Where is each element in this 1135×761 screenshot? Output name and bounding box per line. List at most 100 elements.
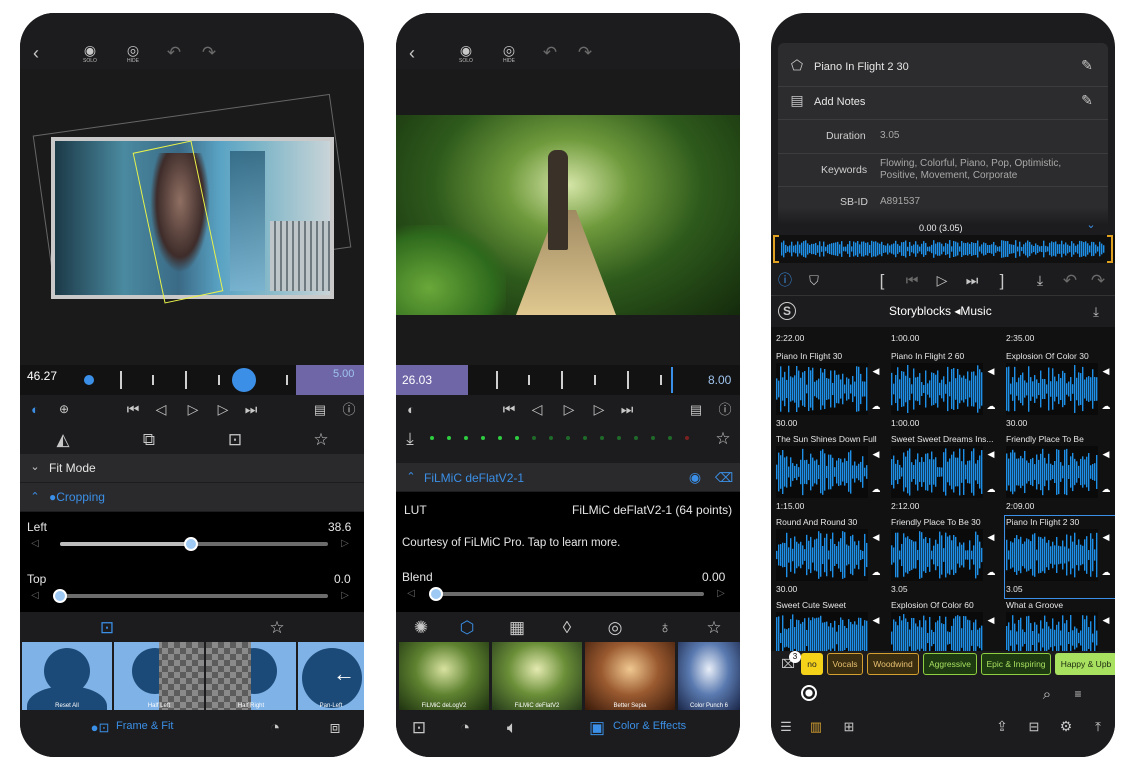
speaker-icon[interactable]: ◀ xyxy=(985,531,997,543)
speaker-icon[interactable]: ◀ xyxy=(985,614,997,626)
filter-thumb[interactable]: Better Sepia xyxy=(585,642,675,710)
trash-icon[interactable]: ⌫ xyxy=(715,469,733,485)
clipboard-icon[interactable]: ▤ xyxy=(310,400,330,418)
presets-tab-icon[interactable]: ⊡ xyxy=(98,618,116,636)
filter-header[interactable]: ⌃ FiLMiC deFlatV2-1 ◉ ⌫ xyxy=(396,463,740,491)
swirl-icon[interactable]: ◎ xyxy=(606,618,624,636)
audio-waveform-strip[interactable] xyxy=(771,235,1115,263)
cloud-icon[interactable]: ☁ xyxy=(870,484,882,494)
cloud-icon[interactable]: ☁ xyxy=(1100,484,1112,494)
list-icon[interactable]: ☰ xyxy=(777,717,795,735)
track-cell[interactable]: Piano In Flight 2 30 ◀ ☁ 3.05 xyxy=(1004,515,1115,599)
fit-frame-icon[interactable]: ⊡ xyxy=(226,430,244,448)
left-increment-icon[interactable]: ▷ xyxy=(340,536,350,552)
top-slider-knob[interactable] xyxy=(53,589,67,603)
video-preview[interactable] xyxy=(396,69,740,365)
keyframe-dot[interactable] xyxy=(84,375,94,385)
preset-thumb[interactable]: Half Right xyxy=(206,642,296,710)
eye-hide-icon[interactable]: ◎ xyxy=(123,43,143,57)
back-chevron-icon[interactable]: ‹ xyxy=(28,44,44,62)
playhead[interactable] xyxy=(671,367,673,393)
redo-icon[interactable]: ↷ xyxy=(199,44,219,61)
filter-thumb[interactable]: FiLMiC deLogV2 xyxy=(399,642,489,710)
cropping-row[interactable]: ⌃ ●Cropping xyxy=(20,483,364,511)
skip-start-icon[interactable]: ⏮ xyxy=(124,400,142,418)
share-icon[interactable]: ⇪ xyxy=(993,717,1011,735)
preset-thumb[interactable]: Reset All xyxy=(22,642,112,710)
play-icon[interactable]: ▷ xyxy=(560,400,578,418)
top-slider-track[interactable] xyxy=(60,594,328,598)
favorite-star-icon[interactable]: ☆ xyxy=(714,429,732,447)
skip-start-icon[interactable]: ⏮ xyxy=(500,400,518,418)
help-icon[interactable]: ⓘ xyxy=(716,400,734,418)
track-cell[interactable]: Piano In Flight 2 60 ◀ ☁ 1:00.00 xyxy=(891,351,1001,431)
speaker-icon[interactable]: ◀ xyxy=(985,448,997,460)
download-icon[interactable]: ⤓ xyxy=(401,429,419,447)
left-slider-knob[interactable] xyxy=(184,537,199,551)
track-cell[interactable]: The Sun Shines Down Full ◀ ☁ 1:15.00 xyxy=(776,434,886,514)
help-icon[interactable]: ⓘ xyxy=(340,400,358,418)
track-cell[interactable]: Round And Round 30 ◀ ☁ 30.00 xyxy=(776,517,886,597)
cloud-icon[interactable]: ☁ xyxy=(985,567,997,577)
play-icon[interactable]: ▷ xyxy=(933,271,951,289)
track-cell[interactable]: Friendly Place To Be 30 ◀ ☁ 3.05 xyxy=(891,517,1001,597)
track-cell[interactable]: Sweet Sweet Dreams Ins... ◀ ☁ 2:12.00 xyxy=(891,434,1001,514)
cloud-icon[interactable]: ☁ xyxy=(870,401,882,411)
link-toggle-icon[interactable]: ◐ xyxy=(25,400,45,418)
color-effects-icon[interactable]: ▣ xyxy=(588,718,606,736)
cube-lut-icon[interactable]: ⬡ xyxy=(458,618,476,636)
track-cell[interactable]: Piano In Flight 30 ◀ ☁ 30.00 xyxy=(776,351,886,431)
back-chevron-icon[interactable]: ‹ xyxy=(404,44,420,62)
timeline-strip[interactable]: 26.03 8.00 xyxy=(396,365,740,395)
grid-icon[interactable]: ▦ xyxy=(508,618,526,636)
import-icon[interactable]: ⤓ xyxy=(1087,302,1105,320)
export-icon[interactable]: ⤒ xyxy=(1089,717,1107,735)
eye-hide-icon[interactable]: ◎ xyxy=(499,43,519,57)
speaker-icon[interactable]: ◀ xyxy=(1100,448,1112,460)
audio-icon[interactable]: 🔈︎ xyxy=(502,718,522,736)
color-effects-tab[interactable]: Color & Effects xyxy=(613,720,686,732)
sort-icon[interactable]: ≡ xyxy=(1067,685,1089,703)
top-decrement-icon[interactable]: ◁ xyxy=(30,588,40,604)
video-preview[interactable] xyxy=(20,69,364,374)
mark-in-icon[interactable]: [ xyxy=(875,271,889,289)
tag-chip[interactable]: Epic & Inspiring xyxy=(981,653,1051,675)
edit-pencil-icon[interactable]: ✎ xyxy=(1078,56,1096,74)
edit-pencil-icon[interactable]: ✎ xyxy=(1078,91,1096,109)
mark-out-icon[interactable]: ] xyxy=(995,271,1009,289)
cloud-icon[interactable]: ☁ xyxy=(1100,567,1112,577)
marker-icon[interactable]: ⛉ xyxy=(805,271,823,289)
add-notes[interactable]: Add Notes xyxy=(814,96,865,108)
speaker-icon[interactable]: ◀ xyxy=(1100,614,1112,626)
tag-chip[interactable]: Vocals xyxy=(827,653,863,675)
playhead-knob[interactable] xyxy=(232,368,256,392)
drop-icon[interactable]: ◊ xyxy=(558,618,576,636)
tag-chip[interactable]: Woodwind xyxy=(867,653,919,675)
speaker-icon[interactable]: ◀ xyxy=(985,365,997,377)
undo-icon[interactable]: ↶ xyxy=(540,44,560,61)
step-back-icon[interactable]: ◁ xyxy=(152,400,170,418)
bulb-icon[interactable]: ♁ xyxy=(656,618,674,636)
undo-icon[interactable]: ↶ xyxy=(164,44,184,61)
speaker-icon[interactable]: ◀ xyxy=(870,531,882,543)
speaker-icon[interactable]: ◀ xyxy=(870,448,882,460)
step-back-icon[interactable]: ◁ xyxy=(528,400,546,418)
redo-icon[interactable]: ↷ xyxy=(575,44,595,61)
speaker-icon[interactable]: ◀ xyxy=(1100,365,1112,377)
blend-slider-track[interactable] xyxy=(436,592,704,596)
trim-handle-left[interactable] xyxy=(773,235,779,263)
left-decrement-icon[interactable]: ◁ xyxy=(30,536,40,552)
flip-icon[interactable]: ◭ xyxy=(54,430,72,448)
link-toggle-icon[interactable]: ◐ xyxy=(401,400,421,418)
favorite-star-icon[interactable]: ☆ xyxy=(312,430,330,448)
courtesy-link[interactable]: Courtesy of FiLMiC Pro. Tap to learn mor… xyxy=(402,537,620,549)
frame-fit-icon[interactable]: ●⊡ xyxy=(88,718,112,736)
speed-icon[interactable]: ◔ xyxy=(266,718,284,736)
step-forward-icon[interactable]: ▷ xyxy=(214,400,232,418)
speaker-icon[interactable]: ◀ xyxy=(870,365,882,377)
blend-slider-knob[interactable] xyxy=(429,587,443,601)
eye-solo-icon[interactable]: ◉ xyxy=(456,43,476,57)
track-cell[interactable]: Explosion Of Color 30 ◀ ☁ 30.00 xyxy=(1006,351,1115,431)
step-forward-icon[interactable]: ▷ xyxy=(590,400,608,418)
eye-solo-icon[interactable]: ◉ xyxy=(80,43,100,57)
